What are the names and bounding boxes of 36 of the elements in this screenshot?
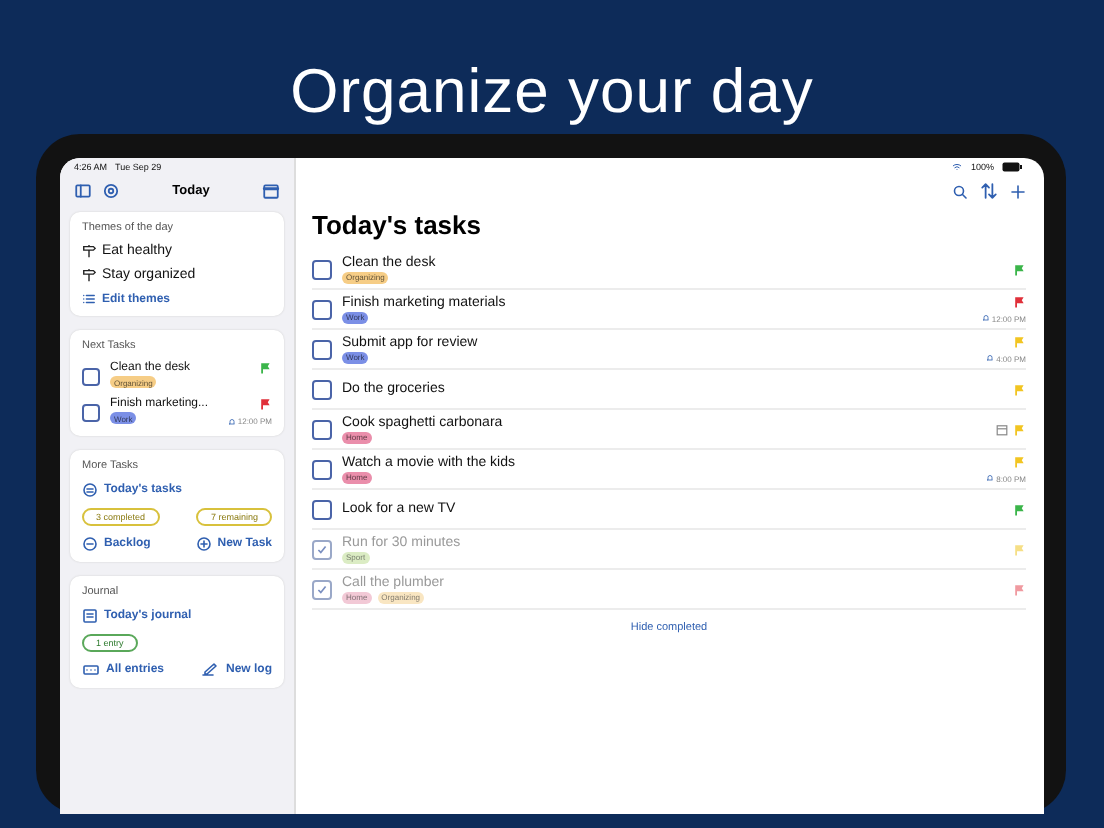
checklist-icon	[82, 482, 98, 498]
sort-icon	[980, 182, 998, 200]
task-checkbox[interactable]	[312, 419, 332, 439]
pencil-icon	[199, 662, 220, 678]
headline: Organize your day	[288, 54, 816, 130]
bell-icon	[227, 417, 236, 425]
wifi-icon	[952, 162, 963, 172]
task-checkbox[interactable]	[82, 368, 100, 386]
battery-icon	[1002, 162, 1022, 172]
entries-icon	[82, 662, 100, 678]
add-icon	[1010, 183, 1026, 199]
checkmark-icon	[316, 543, 328, 555]
list-icon	[82, 292, 96, 306]
task-checkbox[interactable]	[312, 299, 332, 319]
search-icon	[952, 183, 968, 199]
task-checkbox[interactable]	[312, 379, 332, 399]
task-checkbox[interactable]	[312, 459, 332, 479]
bell-icon	[981, 314, 990, 322]
settings-icon	[102, 182, 120, 200]
task-checkbox[interactable]	[312, 259, 332, 279]
page-title: Today's tasks	[312, 210, 483, 240]
task-checkbox[interactable]	[312, 339, 332, 359]
plus-circle-icon	[195, 536, 212, 552]
task-checkbox[interactable]	[312, 539, 332, 559]
bell-icon	[986, 474, 995, 482]
task-checkbox[interactable]	[82, 404, 100, 422]
minus-circle-icon	[82, 536, 98, 552]
task-checkbox[interactable]	[312, 579, 332, 599]
task-checkbox[interactable]	[312, 499, 332, 519]
calendar-icon	[262, 182, 280, 200]
checkmark-icon	[316, 583, 328, 595]
journal-icon	[82, 608, 98, 624]
sidebar-icon	[74, 182, 92, 200]
signpost-icon	[82, 268, 96, 282]
bell-icon	[986, 354, 995, 362]
signpost-icon	[82, 244, 96, 258]
